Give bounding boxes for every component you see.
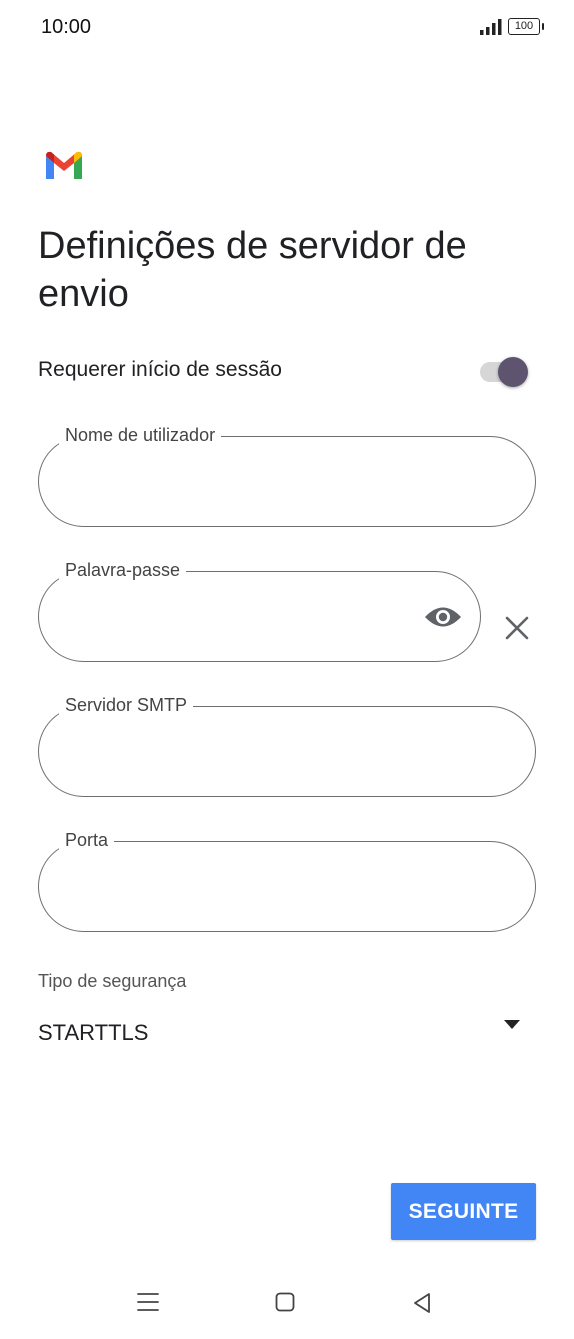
show-password-eye-icon[interactable]	[424, 604, 462, 630]
status-time: 10:00	[41, 16, 92, 38]
username-label: Nome de utilizador	[59, 425, 222, 446]
password-label: Palavra-passe	[59, 560, 187, 581]
smtp-server-field[interactable]: Servidor SMTP	[38, 695, 536, 797]
signal-icon	[480, 18, 502, 35]
require-login-toggle[interactable]	[480, 357, 528, 387]
nav-back-icon[interactable]	[412, 1292, 432, 1314]
password-input[interactable]	[65, 598, 369, 636]
security-type-label: Tipo de segurança	[38, 971, 187, 991]
battery-level: 100	[514, 20, 534, 32]
smtp-server-input[interactable]	[65, 733, 429, 771]
next-button[interactable]: SEGUINTE	[391, 1183, 536, 1240]
toggle-thumb	[498, 357, 528, 387]
require-login-label: Requerer início de sessão	[38, 358, 282, 381]
gmail-logo-icon	[46, 151, 82, 179]
security-type-value: STARTTLS	[38, 1020, 149, 1045]
nav-home-icon[interactable]	[275, 1292, 295, 1312]
port-field[interactable]: Porta	[38, 830, 536, 932]
port-input[interactable]	[65, 868, 429, 906]
username-input[interactable]	[65, 463, 429, 501]
clear-close-icon[interactable]	[503, 614, 531, 642]
status-icons: 100	[480, 18, 544, 35]
nav-menu-icon[interactable]	[137, 1292, 159, 1312]
smtp-server-label: Servidor SMTP	[59, 695, 194, 716]
password-field[interactable]: Palavra-passe	[38, 560, 481, 662]
dropdown-arrow-icon	[504, 1020, 520, 1029]
security-type-dropdown[interactable]: STARTTLS	[38, 1010, 528, 1050]
port-label: Porta	[59, 830, 115, 851]
battery-icon: 100	[508, 18, 544, 35]
username-field[interactable]: Nome de utilizador	[38, 425, 536, 527]
page-title: Definições de servidor de envio	[38, 225, 467, 315]
